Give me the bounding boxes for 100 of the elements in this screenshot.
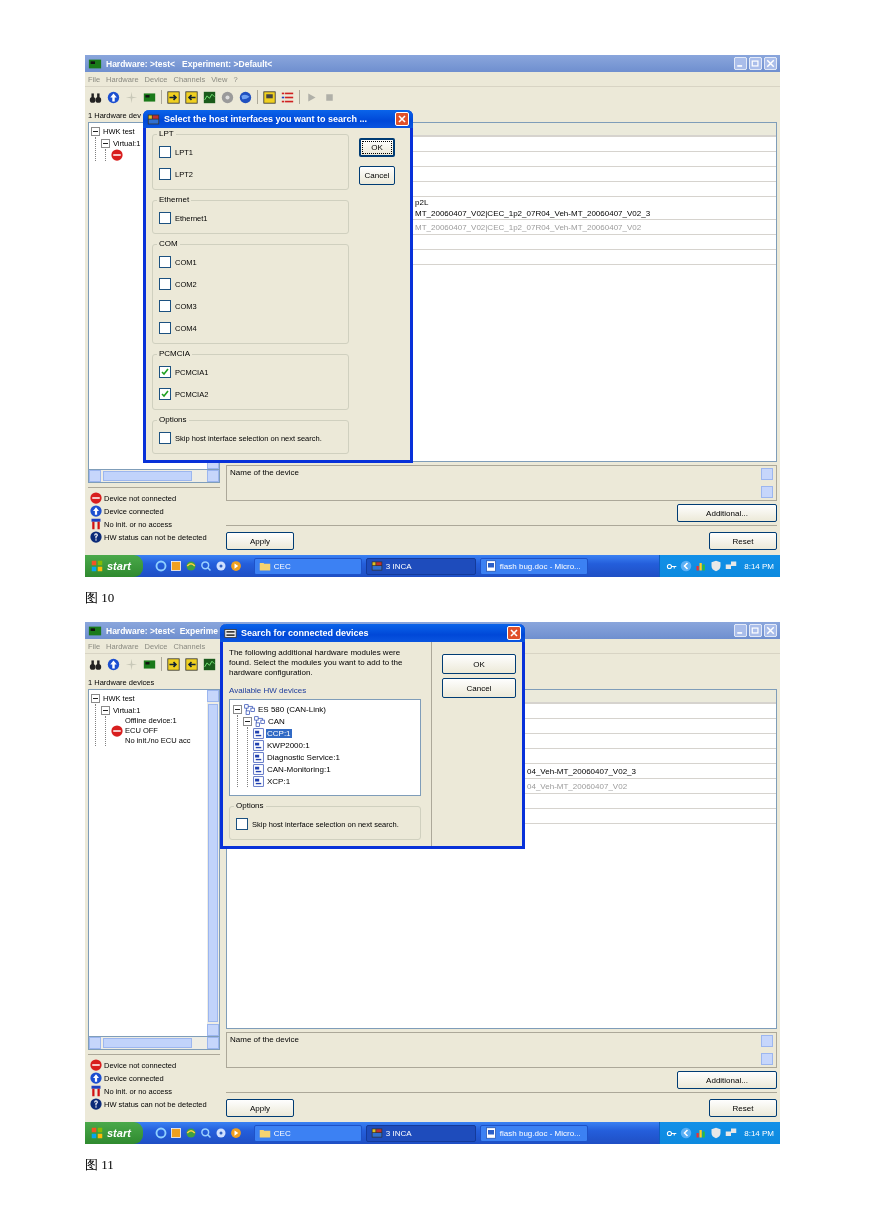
disc-icon[interactable] (214, 560, 227, 572)
collapse-icon[interactable] (233, 704, 242, 714)
device-tree-item[interactable]: Diagnostic Service:1 (266, 752, 341, 762)
chart-icon[interactable] (203, 90, 216, 104)
collapse-icon[interactable] (91, 693, 100, 703)
collapse-icon[interactable] (243, 716, 252, 726)
checkmark-icon (161, 368, 169, 376)
up-arrow-icon[interactable] (107, 90, 120, 104)
network-icon (244, 703, 255, 715)
plug-icon (90, 518, 102, 530)
up-arrow-icon (90, 505, 102, 517)
group-title: Ethernet (157, 195, 192, 204)
chart-icon[interactable] (695, 1127, 708, 1139)
close-button[interactable] (395, 112, 409, 126)
additional-button[interactable]: Additional... (677, 504, 777, 522)
board-icon[interactable] (143, 90, 156, 104)
ok-button[interactable]: OK (359, 138, 395, 157)
reset-button[interactable]: Reset (709, 532, 777, 550)
apply-button[interactable]: Apply (226, 1099, 294, 1117)
taskbar-button[interactable]: 3 INCA (365, 1124, 476, 1142)
device-tree-item[interactable]: XCP:1 (266, 776, 292, 786)
module-icon (253, 751, 264, 763)
help-icon (90, 531, 102, 543)
device-tree-item[interactable]: ES 580 (CAN-Link) (257, 704, 328, 714)
start-button[interactable]: start (85, 1122, 143, 1144)
arrow-in-icon[interactable] (167, 657, 180, 671)
stop-sign-icon (111, 725, 123, 737)
horizontal-scrollbar[interactable] (88, 470, 220, 483)
vertical-scrollbar[interactable] (207, 690, 219, 1036)
document-icon (484, 1127, 497, 1139)
square-icon[interactable] (169, 1127, 182, 1139)
close-icon[interactable] (764, 57, 777, 70)
module-icon (253, 739, 264, 751)
group-title: Options (157, 415, 189, 424)
binoculars-icon[interactable] (89, 90, 102, 104)
ok-button[interactable]: OK (442, 654, 516, 674)
table-cell: 04_Veh-MT_20060407_V02_3 (527, 765, 636, 777)
cancel-button[interactable]: Cancel (359, 166, 395, 185)
binoculars-icon[interactable] (89, 657, 102, 671)
disc-icon[interactable] (221, 90, 234, 104)
collapse-icon[interactable] (101, 138, 110, 148)
folder-icon (258, 1127, 271, 1139)
shield-icon[interactable] (710, 560, 723, 572)
browser-icon[interactable] (154, 560, 167, 572)
browser-icon[interactable] (154, 1127, 167, 1139)
module-icon (253, 763, 264, 775)
taskbar-button[interactable]: flash bug.doc - Micro... (479, 1124, 588, 1142)
taskbar-button[interactable]: CEC (253, 557, 362, 575)
network-icon[interactable] (725, 560, 738, 572)
taskbar-button[interactable]: 3 INCA (365, 557, 476, 575)
chart-icon[interactable] (695, 560, 708, 572)
collapse-icon[interactable] (91, 126, 100, 136)
close-button[interactable] (507, 626, 521, 640)
document-icon (484, 560, 497, 572)
magnifier-icon[interactable] (199, 560, 212, 572)
close-icon[interactable] (764, 624, 777, 637)
device-tree-item[interactable]: CCP:1 (266, 728, 292, 738)
swirl-icon[interactable] (184, 1127, 197, 1139)
clock: 8:14 PM (744, 561, 774, 571)
table-cell: 04_Veh-MT_20060407_V02 (527, 780, 628, 792)
list-icon[interactable] (281, 90, 294, 104)
up-arrow-icon (90, 1072, 102, 1084)
network-icon[interactable] (725, 1127, 738, 1139)
horizontal-scrollbar[interactable] (88, 1037, 220, 1050)
stop-sign-icon (90, 492, 102, 504)
chart-icon[interactable] (203, 657, 216, 671)
magnifier-icon[interactable] (199, 1127, 212, 1139)
panel-icon[interactable] (263, 90, 276, 104)
arrow-out-icon[interactable] (185, 657, 198, 671)
globe-icon[interactable] (239, 90, 252, 104)
additional-button[interactable]: Additional... (677, 1071, 777, 1089)
play-icon[interactable] (229, 560, 242, 572)
cancel-button[interactable]: Cancel (442, 678, 516, 698)
device-tree-item[interactable]: CAN (267, 716, 286, 726)
up-arrow-icon[interactable] (107, 657, 120, 671)
arrow-out-icon[interactable] (185, 90, 198, 104)
board-icon[interactable] (143, 657, 156, 671)
disc-icon[interactable] (214, 1127, 227, 1139)
apply-button[interactable]: Apply (226, 532, 294, 550)
reset-button[interactable]: Reset (709, 1099, 777, 1117)
play-icon[interactable] (229, 1127, 242, 1139)
arrow-in-icon[interactable] (167, 90, 180, 104)
square-icon[interactable] (169, 560, 182, 572)
stop-sign-icon (90, 1059, 102, 1071)
folder-icon (258, 560, 271, 572)
group-title: COM (157, 239, 180, 248)
figure-caption: 图 10 (85, 589, 115, 607)
device-tree-item[interactable]: KWP2000:1 (266, 740, 311, 750)
shield-icon[interactable] (710, 1127, 723, 1139)
taskbar-button[interactable]: CEC (253, 1124, 362, 1142)
description-box: Name of the device (226, 1032, 777, 1068)
taskbar-button[interactable]: flash bug.doc - Micro... (479, 557, 588, 575)
windows-logo-icon (91, 1127, 103, 1139)
module-icon (253, 727, 264, 739)
collapse-icon[interactable] (101, 705, 110, 715)
app-icon (147, 112, 160, 126)
swirl-icon[interactable] (184, 560, 197, 572)
device-tree-item[interactable]: CAN-Monitoring:1 (266, 764, 332, 774)
dialog-title: Select the host interfaces you want to search ... (164, 114, 368, 124)
start-button[interactable]: start (85, 555, 143, 577)
